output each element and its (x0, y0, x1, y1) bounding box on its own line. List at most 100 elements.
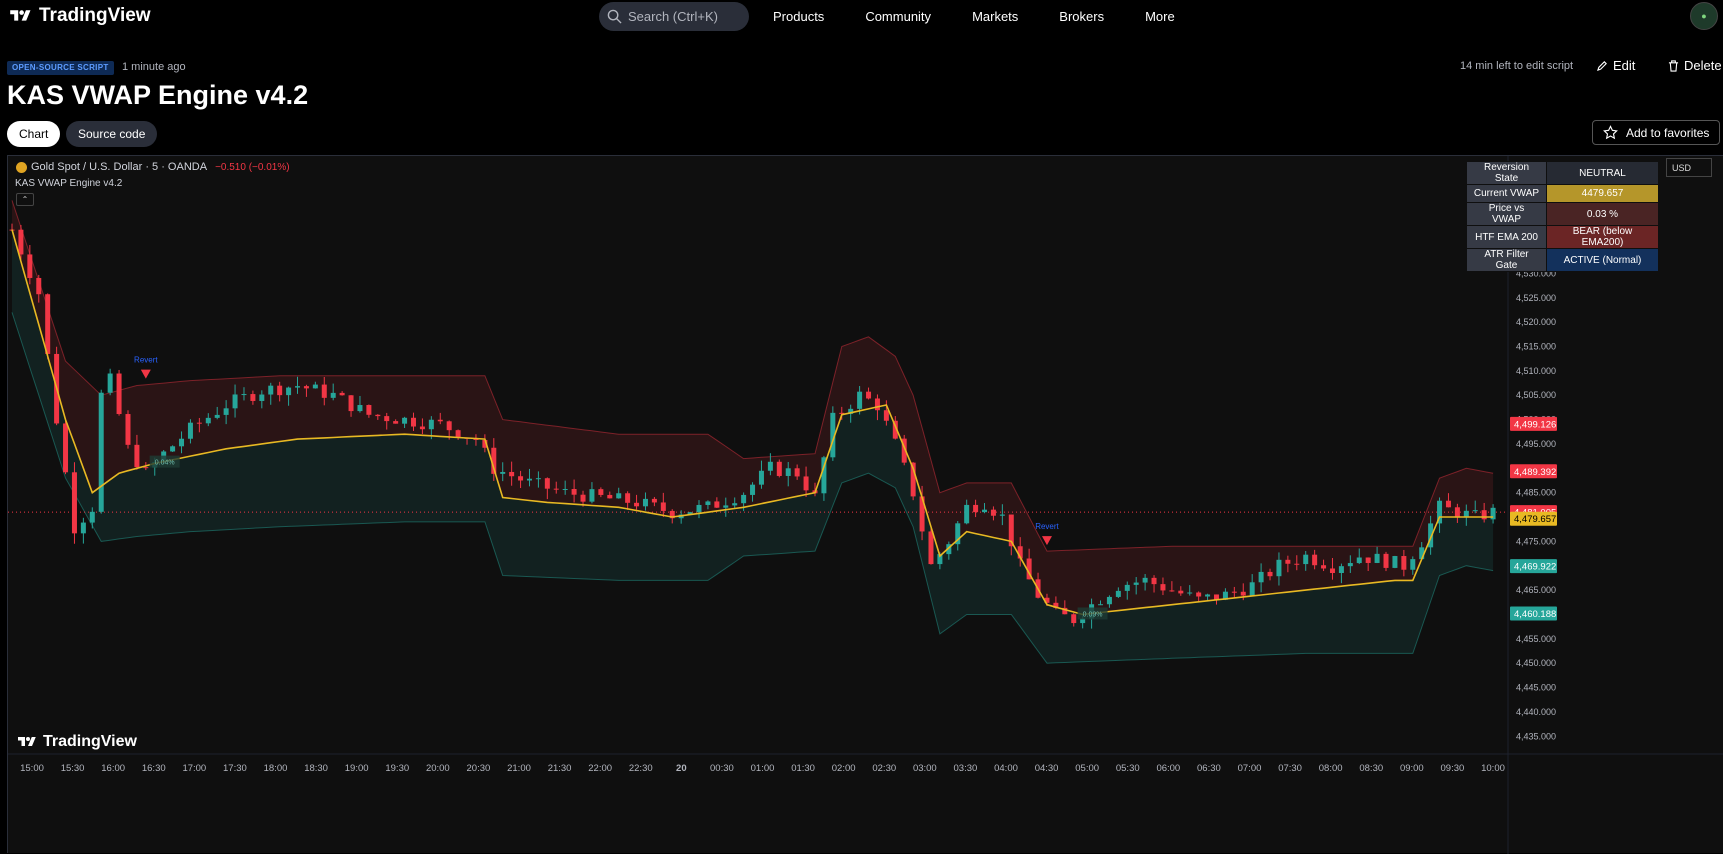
candle-body (1401, 556, 1407, 570)
x-tick-label: 00:30 (710, 763, 734, 774)
candle-body (544, 478, 550, 489)
candle-body (964, 504, 970, 524)
y-tick-label: 4,450.000 (1516, 658, 1556, 668)
candle-body (1374, 553, 1380, 563)
candle-body (393, 421, 399, 424)
nav-community[interactable]: Community (865, 9, 931, 24)
status-key: ATR Filter Gate (1466, 248, 1547, 272)
candle-body (303, 386, 309, 389)
x-tick-label: 20 (676, 763, 687, 774)
x-tick-label: 15:30 (61, 763, 85, 774)
candle-body (500, 471, 506, 474)
candle-body (107, 373, 113, 393)
delete-button[interactable]: Delete (1668, 58, 1722, 73)
status-row: Reversion State NEUTRAL (1466, 161, 1659, 185)
favorites-label: Add to favorites (1626, 125, 1710, 140)
status-row: HTF EMA 200 BEAR (below EMA200) (1466, 225, 1659, 249)
candle-body (375, 414, 381, 417)
chart-panel[interactable]: RevertRevert0.04%0.09%4,545.0004,540.000… (7, 155, 1723, 854)
tab-chart[interactable]: Chart (7, 121, 61, 147)
candle-body (1071, 614, 1077, 624)
x-tick-label: 17:30 (223, 763, 247, 774)
candle-body (1410, 559, 1416, 570)
candle-body (223, 408, 229, 415)
candle-body (63, 423, 69, 473)
price-label-text: 4,479.657 (1514, 514, 1556, 525)
x-tick-label: 09:00 (1400, 763, 1424, 774)
currency-selector[interactable]: USD (1666, 158, 1712, 177)
edit-button[interactable]: Edit (1597, 58, 1635, 73)
y-tick-label: 4,465.000 (1516, 585, 1556, 595)
candle-body (642, 498, 648, 507)
x-tick-label: 03:00 (913, 763, 937, 774)
add-to-favorites-button[interactable]: Add to favorites (1592, 120, 1720, 145)
status-value: ACTIVE (Normal) (1546, 248, 1659, 272)
candle-body (1205, 594, 1211, 597)
candle-body (634, 502, 640, 507)
price-label-text: 4,489.392 (1514, 467, 1556, 478)
open-source-badge: OPEN-SOURCE SCRIPT (7, 61, 114, 75)
candle-body (196, 422, 202, 424)
x-tick-label: 06:00 (1156, 763, 1180, 774)
user-avatar[interactable]: ● (1690, 2, 1718, 30)
candle-body (232, 394, 238, 409)
candle-body (1160, 584, 1166, 591)
symbol-label[interactable]: Gold Spot / U.S. Dollar · 5 · OANDA (31, 161, 207, 173)
candle-body (857, 391, 863, 409)
candle-body (339, 392, 345, 396)
pencil-icon (1597, 61, 1607, 71)
candle-body (696, 504, 702, 513)
candle-body (509, 471, 515, 477)
edit-time-remaining: 14 min left to edit script (1460, 60, 1574, 72)
x-tick-label: 01:00 (751, 763, 775, 774)
candle-body (874, 398, 880, 411)
nav-products[interactable]: Products (773, 9, 824, 24)
candle-body (250, 394, 256, 401)
y-tick-label: 4,475.000 (1516, 536, 1556, 546)
tradingview-logo[interactable]: TradingView (7, 5, 151, 27)
x-tick-label: 08:30 (1359, 763, 1383, 774)
candle-body (1276, 559, 1282, 577)
search-input[interactable]: Search (Ctrl+K) (599, 2, 749, 31)
signal-label: Revert (134, 356, 158, 365)
x-tick-label: 19:00 (345, 763, 369, 774)
candle-body (526, 478, 532, 481)
marker-text: 0.04% (155, 460, 175, 467)
candle-body (143, 467, 149, 469)
candle-body (535, 478, 541, 480)
candle-body (348, 395, 354, 412)
nav-markets[interactable]: Markets (972, 9, 1018, 24)
x-tick-label: 05:00 (1075, 763, 1099, 774)
candle-body (571, 489, 577, 495)
signal-arrow-icon (140, 369, 151, 379)
indicator-label[interactable]: KAS VWAP Engine v4.2 (15, 178, 122, 189)
candle-body (366, 405, 372, 415)
candle-body (45, 294, 51, 354)
candle-body (312, 384, 318, 389)
candle-body (179, 438, 185, 447)
nav-brokers[interactable]: Brokers (1059, 9, 1104, 24)
candle-body (187, 422, 193, 439)
candle-body (1124, 584, 1130, 591)
status-key: Price vs VWAP (1466, 202, 1547, 226)
gold-symbol-icon (16, 161, 27, 173)
chart-legend: Gold Spot / U.S. Dollar · 5 · OANDA −0.5… (16, 161, 290, 173)
candle-body (241, 394, 247, 396)
y-tick-label: 4,445.000 (1516, 683, 1556, 693)
candle-body (1347, 563, 1353, 567)
candle-body (71, 472, 77, 534)
status-key: HTF EMA 200 (1466, 225, 1547, 249)
x-tick-label: 18:00 (264, 763, 288, 774)
candle-body (973, 504, 979, 513)
x-tick-label: 20:30 (467, 763, 491, 774)
candle-body (598, 489, 604, 495)
candle-body (1303, 554, 1309, 565)
candle-body (1454, 507, 1460, 518)
collapse-legend-button[interactable]: ⌃ (16, 193, 34, 206)
x-tick-label: 07:30 (1278, 763, 1302, 774)
nav-more[interactable]: More (1145, 9, 1175, 24)
candle-body (214, 414, 220, 418)
candle-body (1169, 590, 1175, 592)
tradingview-logo-icon (10, 10, 31, 21)
tab-source-code[interactable]: Source code (66, 121, 158, 147)
